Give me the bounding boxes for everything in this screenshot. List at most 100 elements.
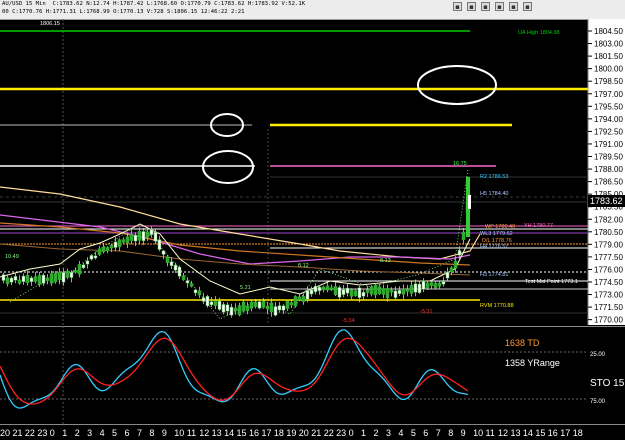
swing-label-4: 8.13 [380, 258, 391, 264]
time-tick-label: 0 [349, 428, 354, 438]
price-tick-label: 1800.00 [594, 65, 623, 74]
time-tick-label: 22 [324, 428, 334, 438]
time-tick-label: 15 [237, 428, 247, 438]
price-tick-label: 1774.50 [594, 278, 623, 287]
time-tick-label: 22 [25, 428, 35, 438]
time-tick-label: 21 [311, 428, 321, 438]
time-tick-label: 9 [461, 428, 466, 438]
td-label: 1638 TD [505, 338, 540, 348]
osc-level-25: 25.00 [590, 352, 606, 358]
time-tick-label: 16 [249, 428, 259, 438]
time-axis: 20 21 22 23 0 1 2 3 4 5 6 7 8 9 10 11 12 13 14 15 16 17 18 19 20… [0, 424, 625, 440]
price-tick-label: 1801.50 [594, 52, 623, 61]
time-tick-label: 1 [62, 428, 67, 438]
time-tick-label: 14 [523, 428, 533, 438]
time-tick-label: 8 [149, 428, 154, 438]
wl3-label: WL3 1779.62 [480, 231, 513, 237]
time-tick-label: 18 [274, 428, 284, 438]
price-tick-label: 1794.00 [594, 115, 623, 124]
oscillator-panel[interactable]: 1638 TD 1358 YRange 25.00 75.00 STO 15 [0, 326, 625, 424]
time-tick-label: 23 [336, 428, 346, 438]
peak-label: 16.75 [453, 161, 467, 167]
r2-label: R2 1786.53 [480, 174, 508, 180]
yh-label: YH 1780.77 [524, 223, 553, 229]
price-tick-label: 1792.50 [594, 127, 623, 136]
time-tick-label: 23 [37, 428, 47, 438]
swing-label-5: -5.34 [342, 318, 355, 324]
toolbar-icon-6[interactable]: ▪ [523, 2, 532, 11]
price-tick-label: 1780.50 [594, 228, 623, 237]
time-tick-label: 9 [162, 428, 167, 438]
price-tick-label: 1773.00 [594, 291, 623, 300]
osc-level-75: 75.00 [590, 399, 606, 405]
price-tick-label: 1776.00 [594, 265, 623, 274]
swing-label-1: 10.49 [5, 254, 19, 260]
price-tick-label: 1804.50 [594, 27, 623, 36]
time-tick-label: 14 [224, 428, 234, 438]
swing-label-6: -5.31 [420, 309, 433, 315]
toolbar-icon-5[interactable]: ▪ [509, 2, 518, 11]
annotation-ellipse-3[interactable] [202, 150, 254, 184]
time-tick-label: 0 [50, 428, 55, 438]
price-tick-label: 1791.00 [594, 140, 623, 149]
time-tick-label: 4 [100, 428, 105, 438]
time-tick-label: 16 [548, 428, 558, 438]
time-tick-label: 17 [261, 428, 271, 438]
time-tick-label: 5 [112, 428, 117, 438]
yrange-label: 1358 YRange [505, 358, 560, 368]
price-overlay [0, 223, 471, 295]
candlestick-series [1, 177, 471, 318]
price-tick-label: 1795.50 [594, 102, 623, 111]
price-tick-label: 1786.50 [594, 178, 623, 187]
annotation-ellipse-1[interactable] [417, 65, 497, 105]
time-tick-label: 12 [199, 428, 209, 438]
top-value-label: 1806.15 [40, 21, 60, 27]
toolbar-icon-1[interactable]: ▪ [453, 2, 462, 11]
time-tick-label: 18 [573, 428, 583, 438]
time-tick-label: 6 [423, 428, 428, 438]
time-tick-label: 2 [374, 428, 379, 438]
test-mid-label: Test Mid Point 1773.1 [525, 279, 578, 285]
wp-label: WP 1780.40 [485, 224, 515, 230]
toolbar-icon-4[interactable]: ▪ [495, 2, 504, 11]
price-chart-panel[interactable]: 1804.50 1803.00 1801.50 1800.00 1798.50 1797.… [0, 19, 625, 325]
time-tick-label: 7 [137, 428, 142, 438]
ma-brown [0, 243, 471, 276]
h4-label: H4 1776.57 [480, 244, 508, 250]
time-tick-label: 19 [286, 428, 296, 438]
time-tick-label: 3 [87, 428, 92, 438]
last-price-label: 1783.62 [590, 196, 623, 206]
time-tick-label: 1 [361, 428, 366, 438]
time-tick-label: 10 [174, 428, 184, 438]
rvm-label: RVM 1770.88 [480, 303, 514, 309]
time-tick-label: 6 [125, 428, 130, 438]
header-ohlc-line: 00 C:1770.76 H:1771.31 L:1768.99 O:1770.… [2, 9, 245, 15]
time-tick-label: 13 [212, 428, 222, 438]
time-tick-label: 10 [473, 428, 483, 438]
time-tick-label: 5 [411, 428, 416, 438]
price-tick-label: 1798.50 [594, 77, 623, 86]
price-tick-label: 1797.00 [594, 90, 623, 99]
time-tick-label: 17 [560, 428, 570, 438]
h5-label: H5 1784.40 [480, 191, 508, 197]
price-tick-label: 1803.00 [594, 40, 623, 49]
time-tick-label: 4 [398, 428, 403, 438]
ua-high-label: UA High 1804.38 [518, 30, 560, 36]
price-tick-label: 1788.00 [594, 165, 623, 174]
time-tick-label: 20 [0, 428, 10, 438]
toolbar-icon-3[interactable]: ▪ [481, 2, 490, 11]
chart-header-bar: AU/USD 15 Min C:1783.62 N:12.74 H:1787.4… [0, 0, 625, 20]
time-tick-label: 8 [448, 428, 453, 438]
time-tick-label: 7 [436, 428, 441, 438]
time-tick-label: 20 [299, 428, 309, 438]
time-tick-label: 3 [386, 428, 391, 438]
chart-window: AU/USD 15 Min C:1783.62 N:12.74 H:1787.4… [0, 0, 625, 440]
time-tick-label: 2 [75, 428, 80, 438]
header-quote-line: AU/USD 15 Min C:1783.62 N:12.74 H:1787.4… [2, 1, 306, 7]
toolbar-icon-2[interactable]: ▪ [467, 2, 476, 11]
price-tick-label: 1779.00 [594, 240, 623, 249]
time-tick-label: 21 [12, 428, 22, 438]
time-tick-label: 12 [498, 428, 508, 438]
time-tick-label: 13 [510, 428, 520, 438]
time-tick-label: 15 [535, 428, 545, 438]
